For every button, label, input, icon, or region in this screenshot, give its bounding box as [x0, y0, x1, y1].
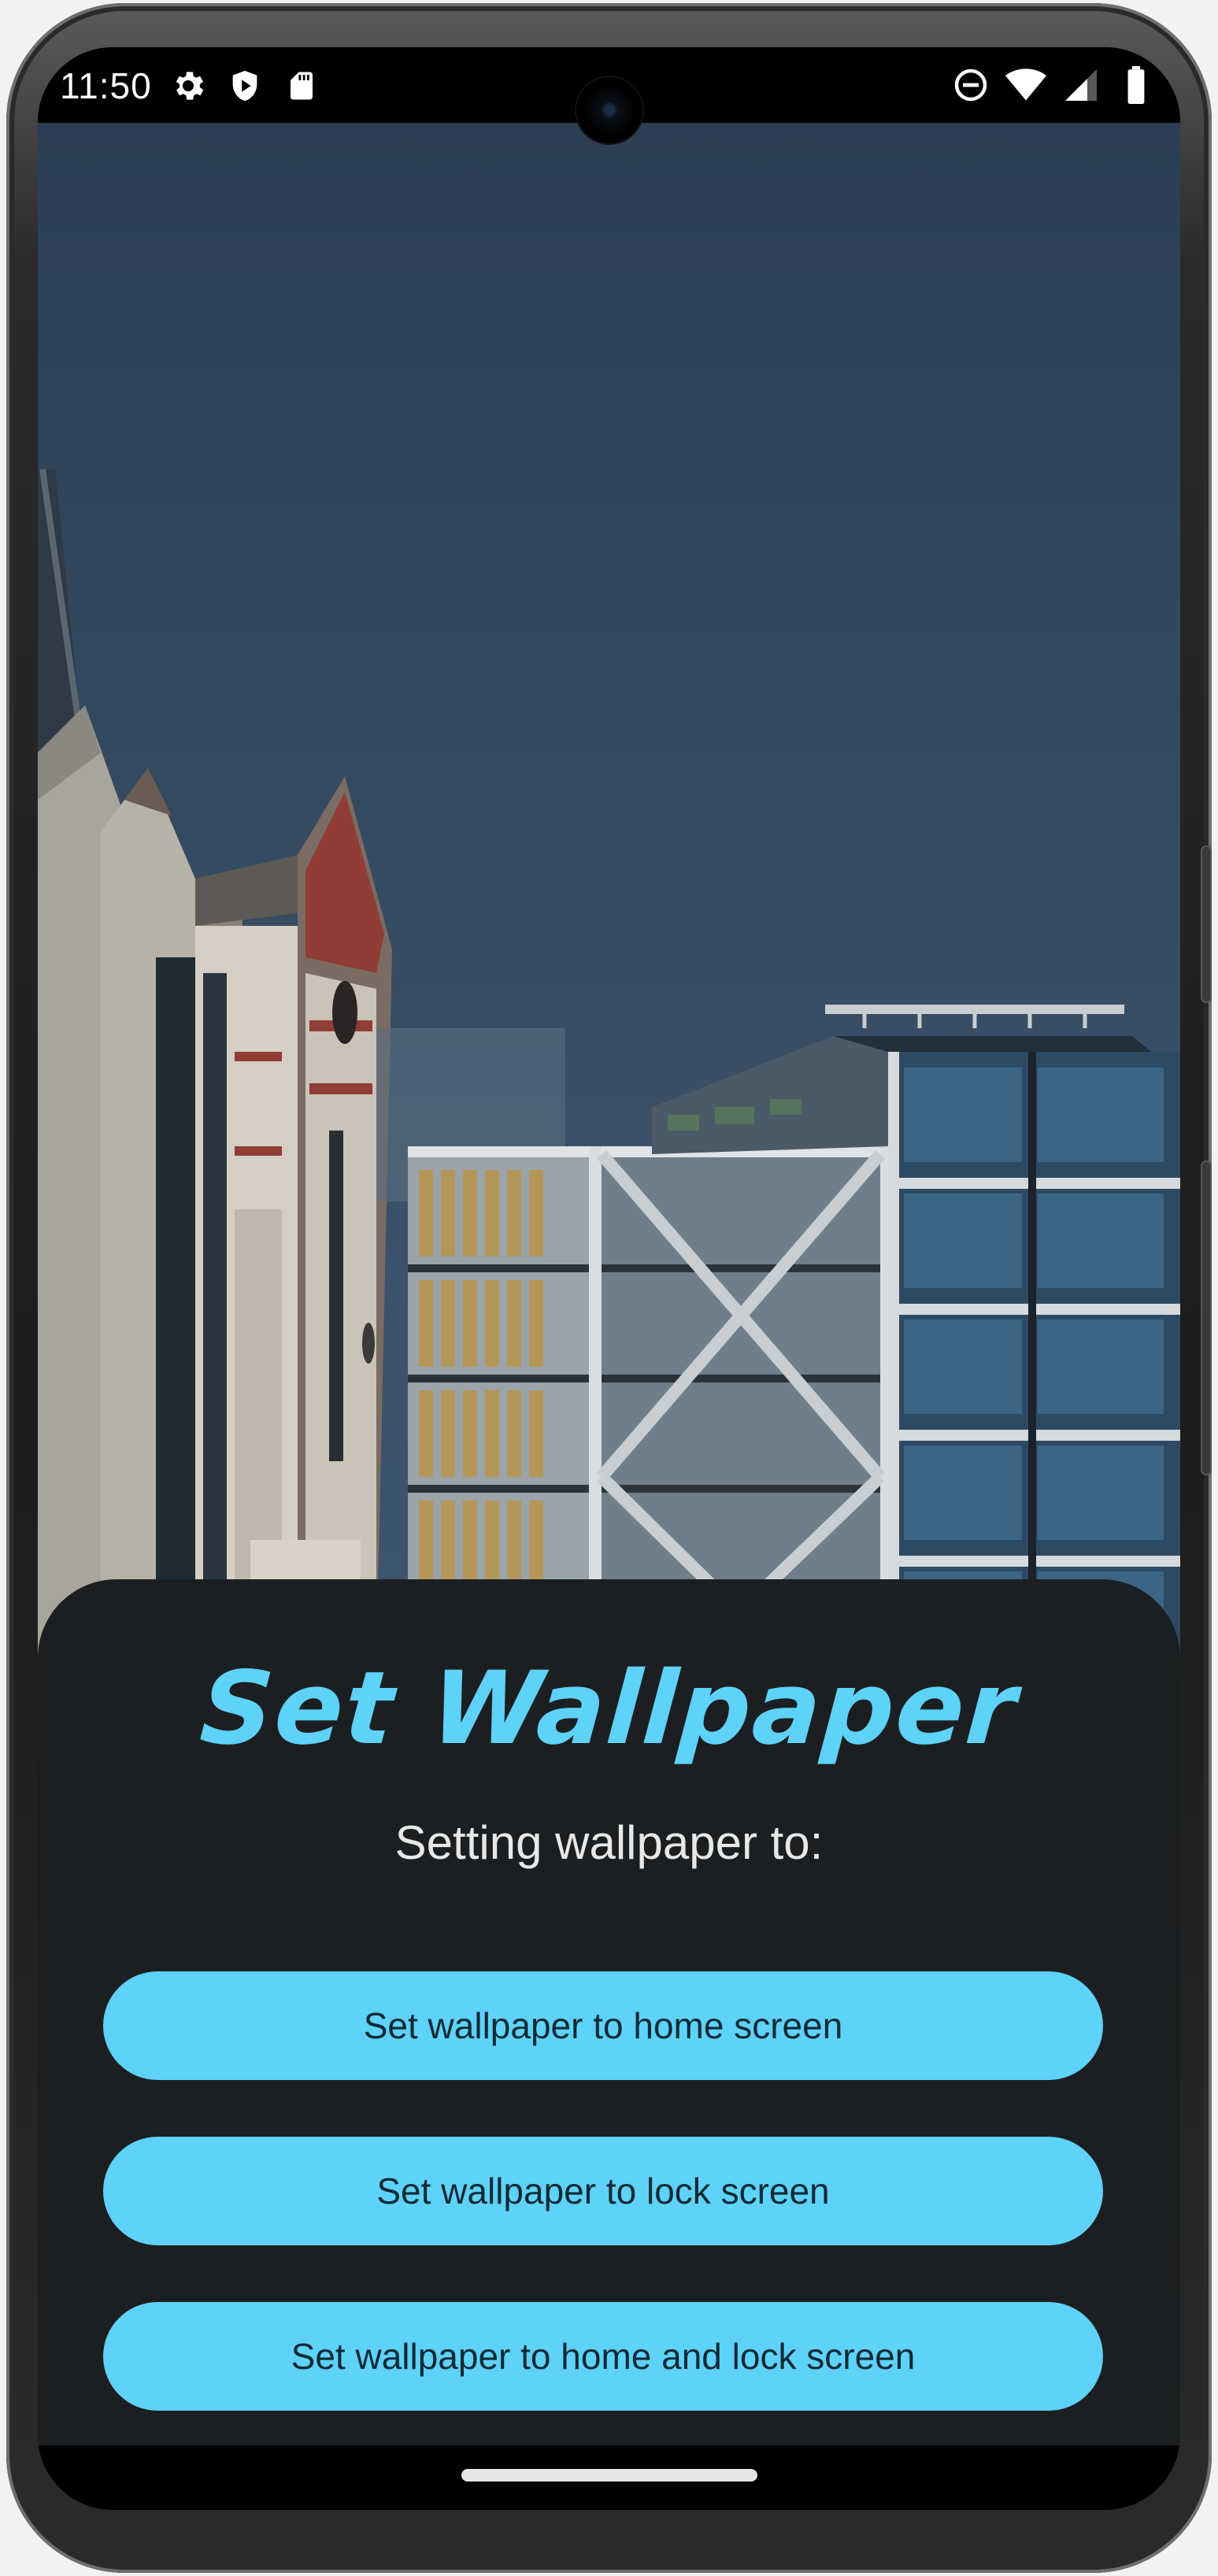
set-home-and-lock-screen-button-label: Set wallpaper to home and lock screen — [291, 2336, 916, 2377]
buildings-illustration — [38, 468, 1180, 1666]
status-time: 11:50 — [60, 65, 152, 106]
do-not-disturb-icon — [950, 65, 991, 105]
battery-icon — [1116, 65, 1157, 105]
wallpaper-preview-image — [38, 123, 1180, 1666]
home-gesture-handle[interactable] — [461, 2469, 757, 2482]
status-bar-left: 11:50 — [60, 65, 322, 107]
set-home-screen-button[interactable]: Set wallpaper to home screen — [103, 1971, 1103, 2080]
sheet-title: Set Wallpaper — [196, 1650, 1022, 1767]
sheet-subtitle: Setting wallpaper to: — [394, 1816, 824, 1869]
cellular-signal-icon — [1061, 65, 1101, 105]
phone-screen: 11:50 Set Wallpaper Setting wallpaper to… — [38, 47, 1180, 2510]
set-lock-screen-button-label: Set wallpaper to lock screen — [376, 2171, 830, 2211]
set-home-and-lock-screen-button[interactable]: Set wallpaper to home and lock screen — [103, 2302, 1103, 2411]
set-lock-screen-button[interactable]: Set wallpaper to lock screen — [103, 2137, 1103, 2245]
power-button — [1201, 846, 1212, 1003]
shield-play-icon — [224, 65, 265, 106]
navigation-bar — [38, 2445, 1180, 2510]
gear-icon — [168, 65, 209, 106]
set-home-screen-button-label: Set wallpaper to home screen — [363, 2005, 843, 2046]
sd-card-icon — [281, 65, 322, 106]
wifi-icon — [1005, 65, 1046, 105]
phone-frame: 11:50 Set Wallpaper Setting wallpaper to… — [6, 3, 1212, 2573]
camera-cutout — [576, 77, 642, 143]
status-bar-right — [950, 65, 1157, 105]
volume-button — [1201, 1160, 1212, 1475]
set-wallpaper-sheet: Set Wallpaper Setting wallpaper to: Set … — [38, 1579, 1180, 2445]
